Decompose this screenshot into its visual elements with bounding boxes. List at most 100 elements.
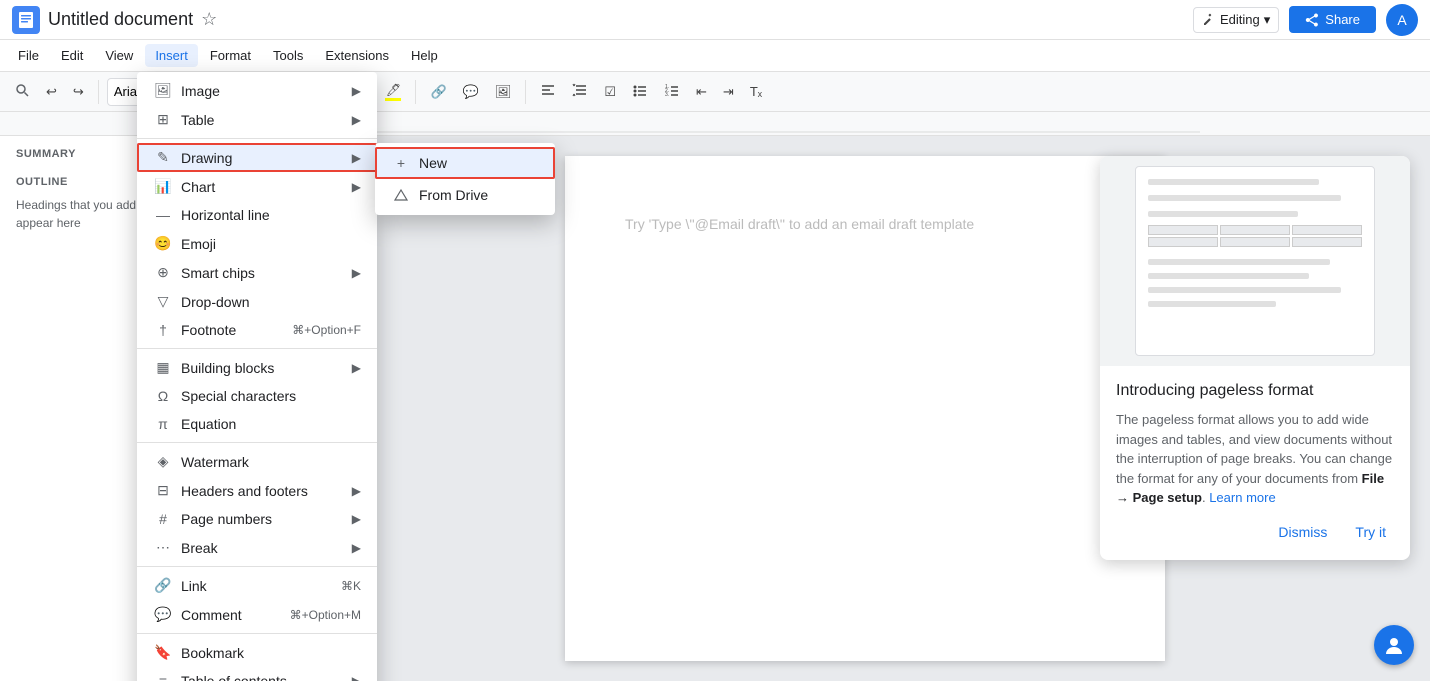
- info-card-preview: [1100, 156, 1410, 366]
- menu-divider-5: [137, 633, 377, 634]
- try-it-button[interactable]: Try it: [1347, 520, 1394, 544]
- headers-footers-arrow: ▶: [352, 484, 361, 498]
- comment-icon: 💬: [153, 606, 173, 623]
- clear-formatting-button[interactable]: Tₓ: [744, 80, 768, 103]
- editing-mode-arrow: ▾: [1264, 12, 1271, 28]
- account-circle[interactable]: [1374, 625, 1414, 665]
- table-of-contents-icon: ≡: [153, 673, 173, 681]
- preview-table: [1148, 225, 1362, 247]
- editing-mode[interactable]: Editing ▾: [1193, 7, 1279, 33]
- info-card-text: The pageless format allows you to add wi…: [1116, 410, 1394, 508]
- highlight-color-indicator: [385, 98, 401, 101]
- menu-divider-4: [137, 566, 377, 567]
- menu-item-table[interactable]: ⊞ Table ▶: [137, 105, 377, 134]
- submenu-item-new[interactable]: + New: [375, 147, 555, 179]
- menu-item-horizontal-line[interactable]: — Horizontal line: [137, 201, 377, 229]
- menu-item-image[interactable]: 🖼 Image ▶: [137, 76, 377, 105]
- menu-item-drop-down[interactable]: ▽ Drop-down: [137, 287, 377, 316]
- menu-item-link-label: Link: [181, 578, 333, 594]
- menu-insert[interactable]: Insert: [145, 44, 198, 67]
- line-spacing-button[interactable]: [566, 78, 594, 105]
- learn-more-link[interactable]: Learn more: [1209, 490, 1275, 505]
- preview-cell-1: [1148, 225, 1218, 235]
- menu-item-chart-label: Chart: [181, 179, 352, 195]
- menu-item-drawing[interactable]: ✎ Drawing ▶ + New From Drive: [137, 143, 377, 172]
- menu-item-headers-footers-label: Headers and footers: [181, 483, 352, 499]
- link-toolbar-button[interactable]: 🔗: [424, 80, 452, 104]
- svg-text:3.: 3.: [665, 92, 669, 98]
- menu-item-drawing-label: Drawing: [181, 150, 352, 166]
- drawing-icon: ✎: [153, 149, 173, 166]
- checklist-button[interactable]: ☑: [598, 80, 622, 104]
- menu-item-link[interactable]: 🔗 Link ⌘K: [137, 571, 377, 600]
- submenu-item-from-drive[interactable]: From Drive: [375, 179, 555, 211]
- star-icon[interactable]: ☆: [201, 9, 217, 30]
- menu-extensions[interactable]: Extensions: [315, 44, 399, 67]
- menu-item-break[interactable]: ⋯ Break ▶: [137, 533, 377, 562]
- image-toolbar-button[interactable]: 🖼: [489, 80, 518, 104]
- indent-increase-button[interactable]: ⇥: [717, 80, 740, 104]
- avatar[interactable]: A: [1386, 4, 1418, 36]
- menu-item-watermark-label: Watermark: [181, 454, 361, 470]
- menu-item-footnote-label: Footnote: [181, 322, 284, 338]
- menu-item-footnote[interactable]: † Footnote ⌘+Option+F: [137, 316, 377, 344]
- search-button[interactable]: [8, 78, 36, 105]
- menu-item-special-characters-label: Special characters: [181, 388, 361, 404]
- toolbar-divider-1: [98, 80, 99, 104]
- alignment-button[interactable]: [534, 78, 562, 105]
- doc-title[interactable]: Untitled document: [48, 9, 193, 30]
- menu-item-comment[interactable]: 💬 Comment ⌘+Option+M: [137, 600, 377, 629]
- editing-mode-label: Editing: [1220, 12, 1260, 27]
- toolbar-divider-4: [415, 80, 416, 104]
- comment-toolbar-button[interactable]: 💬: [457, 80, 485, 104]
- doc-page[interactable]: Try 'Type \''@Email draft\'' to add an e…: [565, 156, 1165, 661]
- from-drive-icon: [391, 188, 411, 202]
- highlight-color-button[interactable]: 🖊: [379, 78, 407, 105]
- menu-format[interactable]: Format: [200, 44, 261, 67]
- menu-tools[interactable]: Tools: [263, 44, 313, 67]
- smart-chips-icon: ⊕: [153, 264, 173, 281]
- link-shortcut: ⌘K: [341, 579, 361, 593]
- menu-file[interactable]: File: [8, 44, 49, 67]
- preview-line-4: [1148, 259, 1330, 265]
- preview-line-5: [1148, 273, 1309, 279]
- break-arrow: ▶: [352, 541, 361, 555]
- preview-cell-4: [1148, 237, 1218, 247]
- menu-item-page-numbers[interactable]: # Page numbers ▶: [137, 505, 377, 533]
- undo-button[interactable]: ↩: [40, 80, 63, 104]
- info-card: Introducing pageless format The pageless…: [1100, 156, 1410, 560]
- menu-bar: File Edit View Insert Format Tools Exten…: [0, 40, 1430, 72]
- menu-item-table-of-contents-label: Table of contents: [181, 673, 352, 681]
- building-blocks-arrow: ▶: [352, 361, 361, 375]
- menu-help[interactable]: Help: [401, 44, 448, 67]
- table-of-contents-arrow: ▶: [352, 674, 361, 681]
- numbered-list-button[interactable]: 1.2.3.: [658, 78, 686, 105]
- menu-item-equation[interactable]: π Equation: [137, 410, 377, 438]
- menu-item-bookmark[interactable]: 🔖 Bookmark: [137, 638, 377, 667]
- image-arrow: ▶: [352, 84, 361, 98]
- menu-view[interactable]: View: [95, 44, 143, 67]
- menu-item-building-blocks[interactable]: ▦ Building blocks ▶: [137, 353, 377, 382]
- redo-button[interactable]: ↪: [67, 80, 90, 104]
- share-button[interactable]: Share: [1289, 6, 1376, 33]
- menu-item-special-characters[interactable]: Ω Special characters: [137, 382, 377, 410]
- menu-divider-1: [137, 138, 377, 139]
- menu-item-smart-chips[interactable]: ⊕ Smart chips ▶: [137, 258, 377, 287]
- menu-item-table-of-contents[interactable]: ≡ Table of contents ▶: [137, 667, 377, 681]
- menu-item-emoji[interactable]: 😊 Emoji: [137, 229, 377, 258]
- drop-down-icon: ▽: [153, 293, 173, 310]
- menu-item-chart[interactable]: 📊 Chart ▶: [137, 172, 377, 201]
- menu-item-watermark[interactable]: ◈ Watermark: [137, 447, 377, 476]
- menu-edit[interactable]: Edit: [51, 44, 93, 67]
- horizontal-line-icon: —: [153, 207, 173, 223]
- menu-item-headers-footers[interactable]: ⊟ Headers and footers ▶: [137, 476, 377, 505]
- table-icon: ⊞: [153, 111, 173, 128]
- link-icon: 🔗: [153, 577, 173, 594]
- doc-preview-image: [1135, 166, 1375, 356]
- dismiss-button[interactable]: Dismiss: [1270, 520, 1335, 544]
- new-icon: +: [391, 155, 411, 171]
- bullet-list-button[interactable]: [626, 78, 654, 105]
- doc-placeholder: Try 'Type \''@Email draft\'' to add an e…: [625, 216, 974, 232]
- indent-decrease-button[interactable]: ⇤: [690, 80, 713, 104]
- submenu-item-new-label: New: [419, 155, 447, 171]
